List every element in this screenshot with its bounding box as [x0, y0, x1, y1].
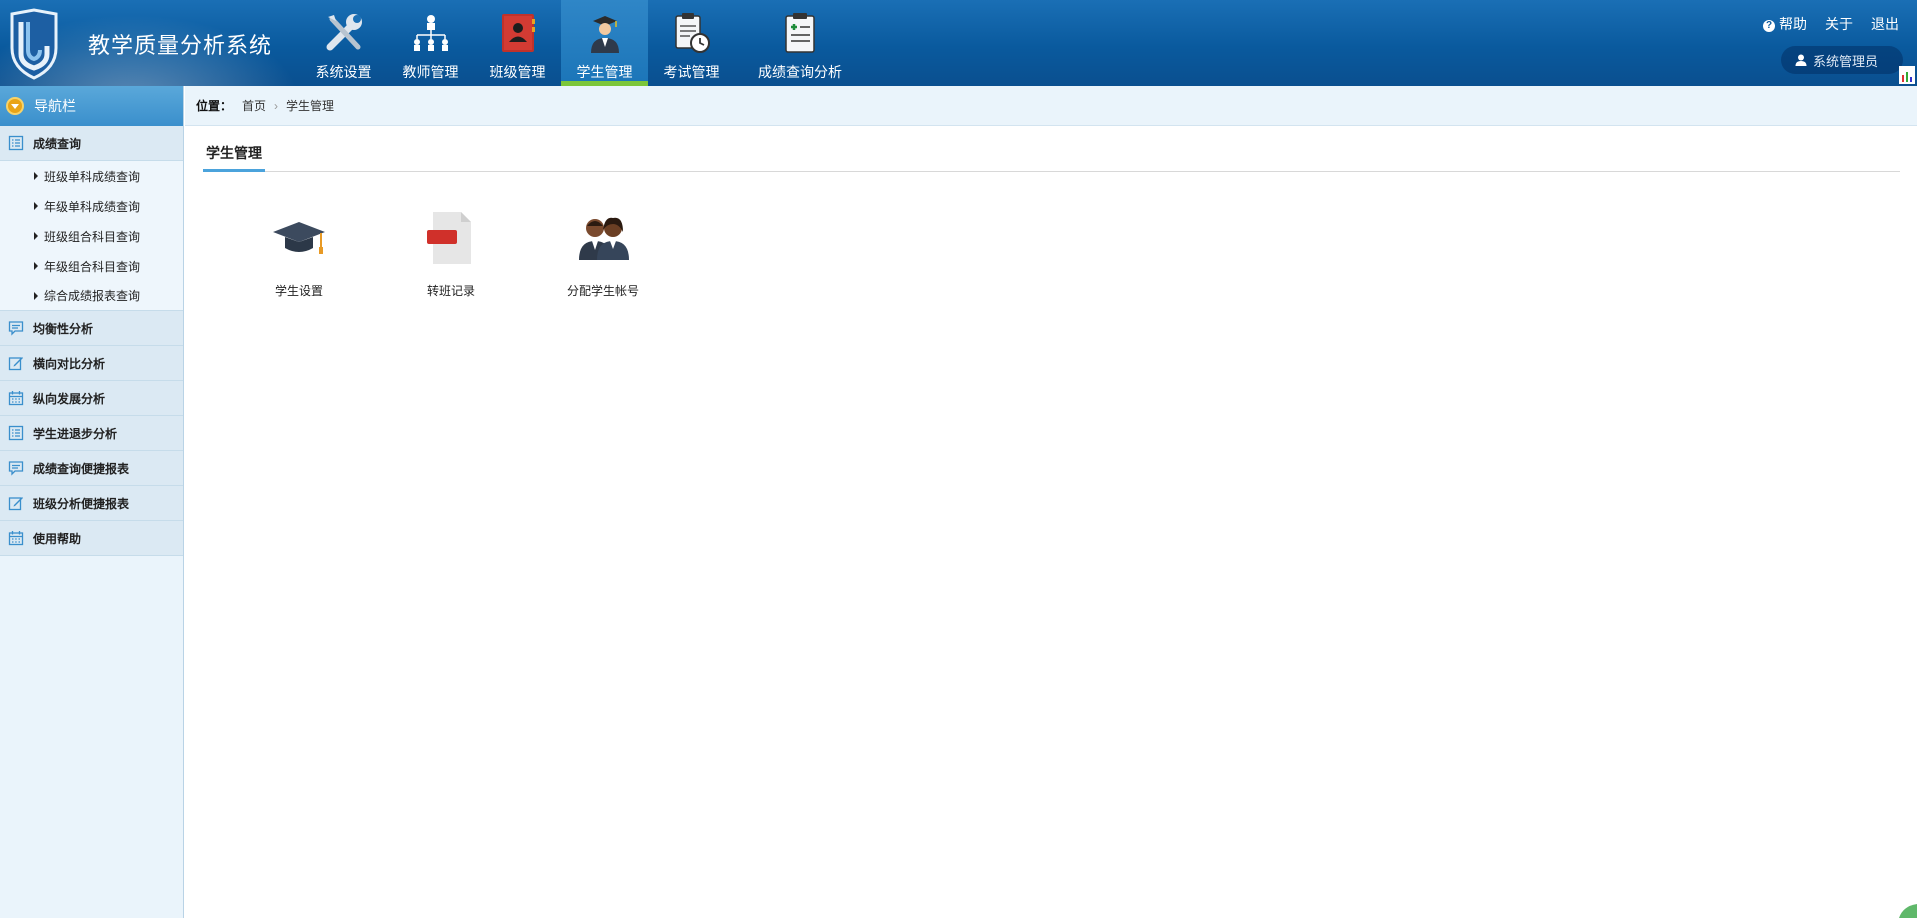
graduation-cap-icon	[267, 206, 331, 270]
top-links: ? 帮助 关于 退出	[1763, 14, 1899, 34]
sidebar-group-label: 成绩查询便捷报表	[33, 461, 130, 476]
sidebar-item-grade-single-subject[interactable]: 年级单科成绩查询	[0, 191, 183, 221]
nav-label: 班级管理	[489, 64, 546, 80]
sidebar-item-label: 综合成绩报表查询	[44, 289, 141, 303]
wrench-icon	[320, 10, 368, 56]
app-title: 教学质量分析系统	[88, 33, 273, 58]
sidebar-group-help[interactable]: 使用帮助	[0, 521, 183, 556]
sidebar-item-label: 年级组合科目查询	[44, 259, 141, 274]
sidebar-group-label: 班级分析便捷报表	[33, 496, 130, 511]
contact-book-icon	[494, 10, 542, 56]
breadcrumb: 位置： 首页 › 学生管理	[185, 86, 1917, 126]
student-icon	[581, 10, 629, 56]
sidebar-header[interactable]: 导航栏	[0, 86, 183, 126]
main-content: 学生管理 学生设置 转班记录 分配学生帐号	[185, 126, 1917, 918]
clipboard-plus-icon	[776, 10, 824, 56]
sidebar-group-label: 成绩查询	[33, 136, 82, 151]
nav-label: 教师管理	[402, 64, 459, 80]
sidebar-group-score-quick-report[interactable]: 成绩查询便捷报表	[0, 451, 183, 486]
nav-label: 考试管理	[663, 64, 720, 80]
sidebar-group-horizontal-comparison[interactable]: 横向对比分析	[0, 346, 183, 381]
main-nav: 系统设置 教师管理 班级管理 学生管理 考试管理 成绩查询分析	[300, 0, 865, 86]
tile-label: 分配学生帐号	[566, 284, 639, 298]
sidebar-item-grade-combined-subject[interactable]: 年级组合科目查询	[0, 251, 183, 281]
sidebar-group-score-query[interactable]: 成绩查询	[0, 126, 183, 161]
user-name: 系统管理员	[1813, 53, 1879, 69]
logout-link[interactable]: 退出	[1871, 14, 1899, 34]
sidebar-item-label: 年级单科成绩查询	[44, 199, 141, 214]
top-header: 教学质量分析系统 系统设置 教师管理 班级管理 学生管理 考试管理 成绩查询分析…	[0, 0, 1917, 86]
sidebar-group-label: 横向对比分析	[33, 356, 106, 371]
caret-right-icon	[34, 202, 38, 210]
tile-transfer-records[interactable]: 转班记录	[375, 206, 527, 299]
tab-student-management[interactable]: 学生管理	[203, 142, 265, 172]
edit-icon	[8, 357, 23, 371]
collapse-arrow-icon	[6, 97, 24, 115]
user-badge[interactable]: 系统管理员	[1781, 46, 1903, 74]
tile-label: 转班记录	[426, 284, 475, 298]
document-icon	[419, 206, 483, 270]
breadcrumb-home[interactable]: 首页	[242, 97, 266, 114]
nav-label: 系统设置	[315, 64, 372, 80]
function-tiles: 学生设置 转班记录 分配学生帐号	[223, 206, 679, 299]
nav-label: 学生管理	[576, 64, 633, 80]
breadcrumb-current: 学生管理	[286, 99, 335, 113]
sidebar-group-label: 使用帮助	[33, 531, 82, 546]
sidebar-item-class-combined-subject[interactable]: 班级组合科目查询	[0, 221, 183, 251]
sidebar-group-label: 学生进退步分析	[33, 426, 118, 441]
nav-label: 成绩查询分析	[758, 64, 842, 80]
tile-assign-student-accounts[interactable]: 分配学生帐号	[527, 206, 679, 299]
sidebar-item-label: 班级单科成绩查询	[44, 169, 141, 184]
comment-icon	[8, 461, 24, 476]
org-chart-icon	[407, 10, 455, 56]
sidebar-group-vertical-development[interactable]: 纵向发展分析	[0, 381, 183, 416]
edit-icon	[8, 497, 23, 511]
nav-student-management[interactable]: 学生管理	[561, 0, 648, 86]
calendar-icon	[8, 391, 24, 406]
tile-label: 学生设置	[274, 284, 323, 298]
sidebar-group-label: 均衡性分析	[33, 321, 94, 336]
caret-right-icon	[34, 291, 38, 300]
corner-decoration-icon	[1899, 904, 1917, 918]
sidebar: 导航栏 成绩查询 班级单科成绩查询 年级单科成绩查询 班级组合科目查询 年级组合…	[0, 86, 184, 918]
shield-logo-icon	[10, 8, 58, 80]
clipboard-clock-icon	[668, 10, 716, 56]
comment-icon	[8, 321, 24, 336]
sidebar-item-class-single-subject[interactable]: 班级单科成绩查询	[0, 161, 183, 191]
nav-class-management[interactable]: 班级管理	[474, 0, 561, 86]
question-mark-icon: ?	[1763, 20, 1775, 32]
tab-bar: 学生管理	[203, 142, 1900, 172]
sidebar-item-label: 班级组合科目查询	[44, 229, 141, 244]
sidebar-group-class-quick-report[interactable]: 班级分析便捷报表	[0, 486, 183, 521]
caret-right-icon	[34, 232, 38, 240]
breadcrumb-label: 位置：	[196, 99, 233, 113]
caret-right-icon	[34, 172, 38, 180]
sidebar-group-student-progress[interactable]: 学生进退步分析	[0, 416, 183, 451]
tile-student-settings[interactable]: 学生设置	[223, 206, 375, 299]
list-icon	[8, 135, 24, 151]
sidebar-group-label: 纵向发展分析	[33, 391, 106, 406]
sidebar-title: 导航栏	[34, 98, 76, 114]
caret-right-icon	[34, 262, 38, 270]
nav-system-settings[interactable]: 系统设置	[300, 0, 387, 86]
breadcrumb-separator-icon: ›	[274, 98, 279, 113]
users-icon	[571, 206, 635, 270]
sidebar-item-comprehensive-report[interactable]: 综合成绩报表查询	[0, 281, 183, 311]
help-link[interactable]: ? 帮助	[1763, 14, 1807, 34]
nav-teacher-management[interactable]: 教师管理	[387, 0, 474, 86]
nav-score-query-analysis[interactable]: 成绩查询分析	[735, 0, 865, 86]
sidebar-group-balance-analysis[interactable]: 均衡性分析	[0, 311, 183, 346]
about-link[interactable]: 关于	[1825, 14, 1853, 34]
help-link-label: 帮助	[1779, 16, 1807, 32]
nav-exam-management[interactable]: 考试管理	[648, 0, 735, 86]
user-icon	[1795, 54, 1807, 66]
bar-chart-icon	[1899, 66, 1915, 84]
list-icon	[8, 425, 24, 441]
calendar-icon	[8, 531, 24, 546]
